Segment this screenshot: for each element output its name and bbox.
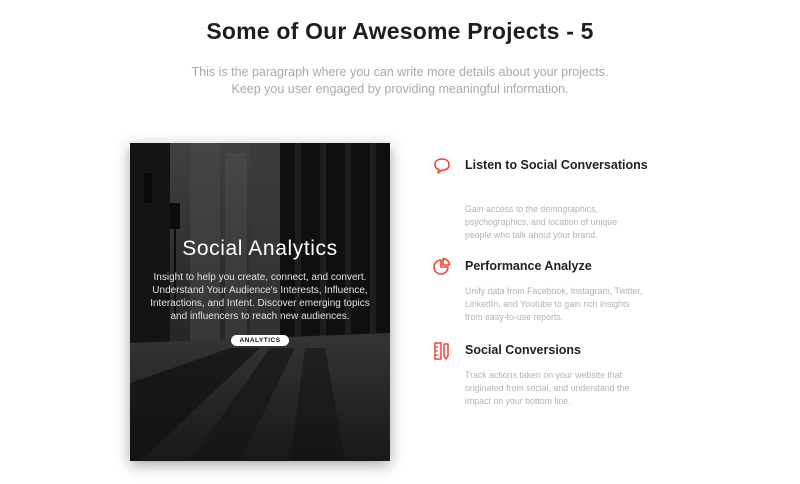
projects-section: Some of Our Awesome Projects - 5 This is… [0,0,800,484]
speech-bubble-icon [432,156,452,176]
feature-title: Performance Analyze [465,259,592,273]
feature-description: Gain access to the demographics, psychog… [465,204,618,240]
section-title: Some of Our Awesome Projects - 5 [206,18,594,44]
feature-title: Social Conversions [465,343,582,357]
project-card[interactable]: Social Analytics Insight to help you cre… [130,143,390,461]
card-title: Social Analytics [182,237,338,260]
card-content: Social Analytics Insight to help you cre… [130,237,390,347]
analytics-tag-button[interactable]: ANALYTICS [231,335,289,346]
feature-description: Unify data from Facebook, Instagram, Twi… [465,286,643,322]
pie-chart-icon [432,257,452,277]
feature-title: Listen to Social Conversations [465,158,648,172]
feature-description: Track actions taken on your website that… [465,370,630,406]
section-subtitle: This is the paragraph where you can writ… [191,65,609,96]
ruler-pencil-icon [432,341,452,361]
card-description: Insight to help you create, connect, and… [150,272,370,322]
